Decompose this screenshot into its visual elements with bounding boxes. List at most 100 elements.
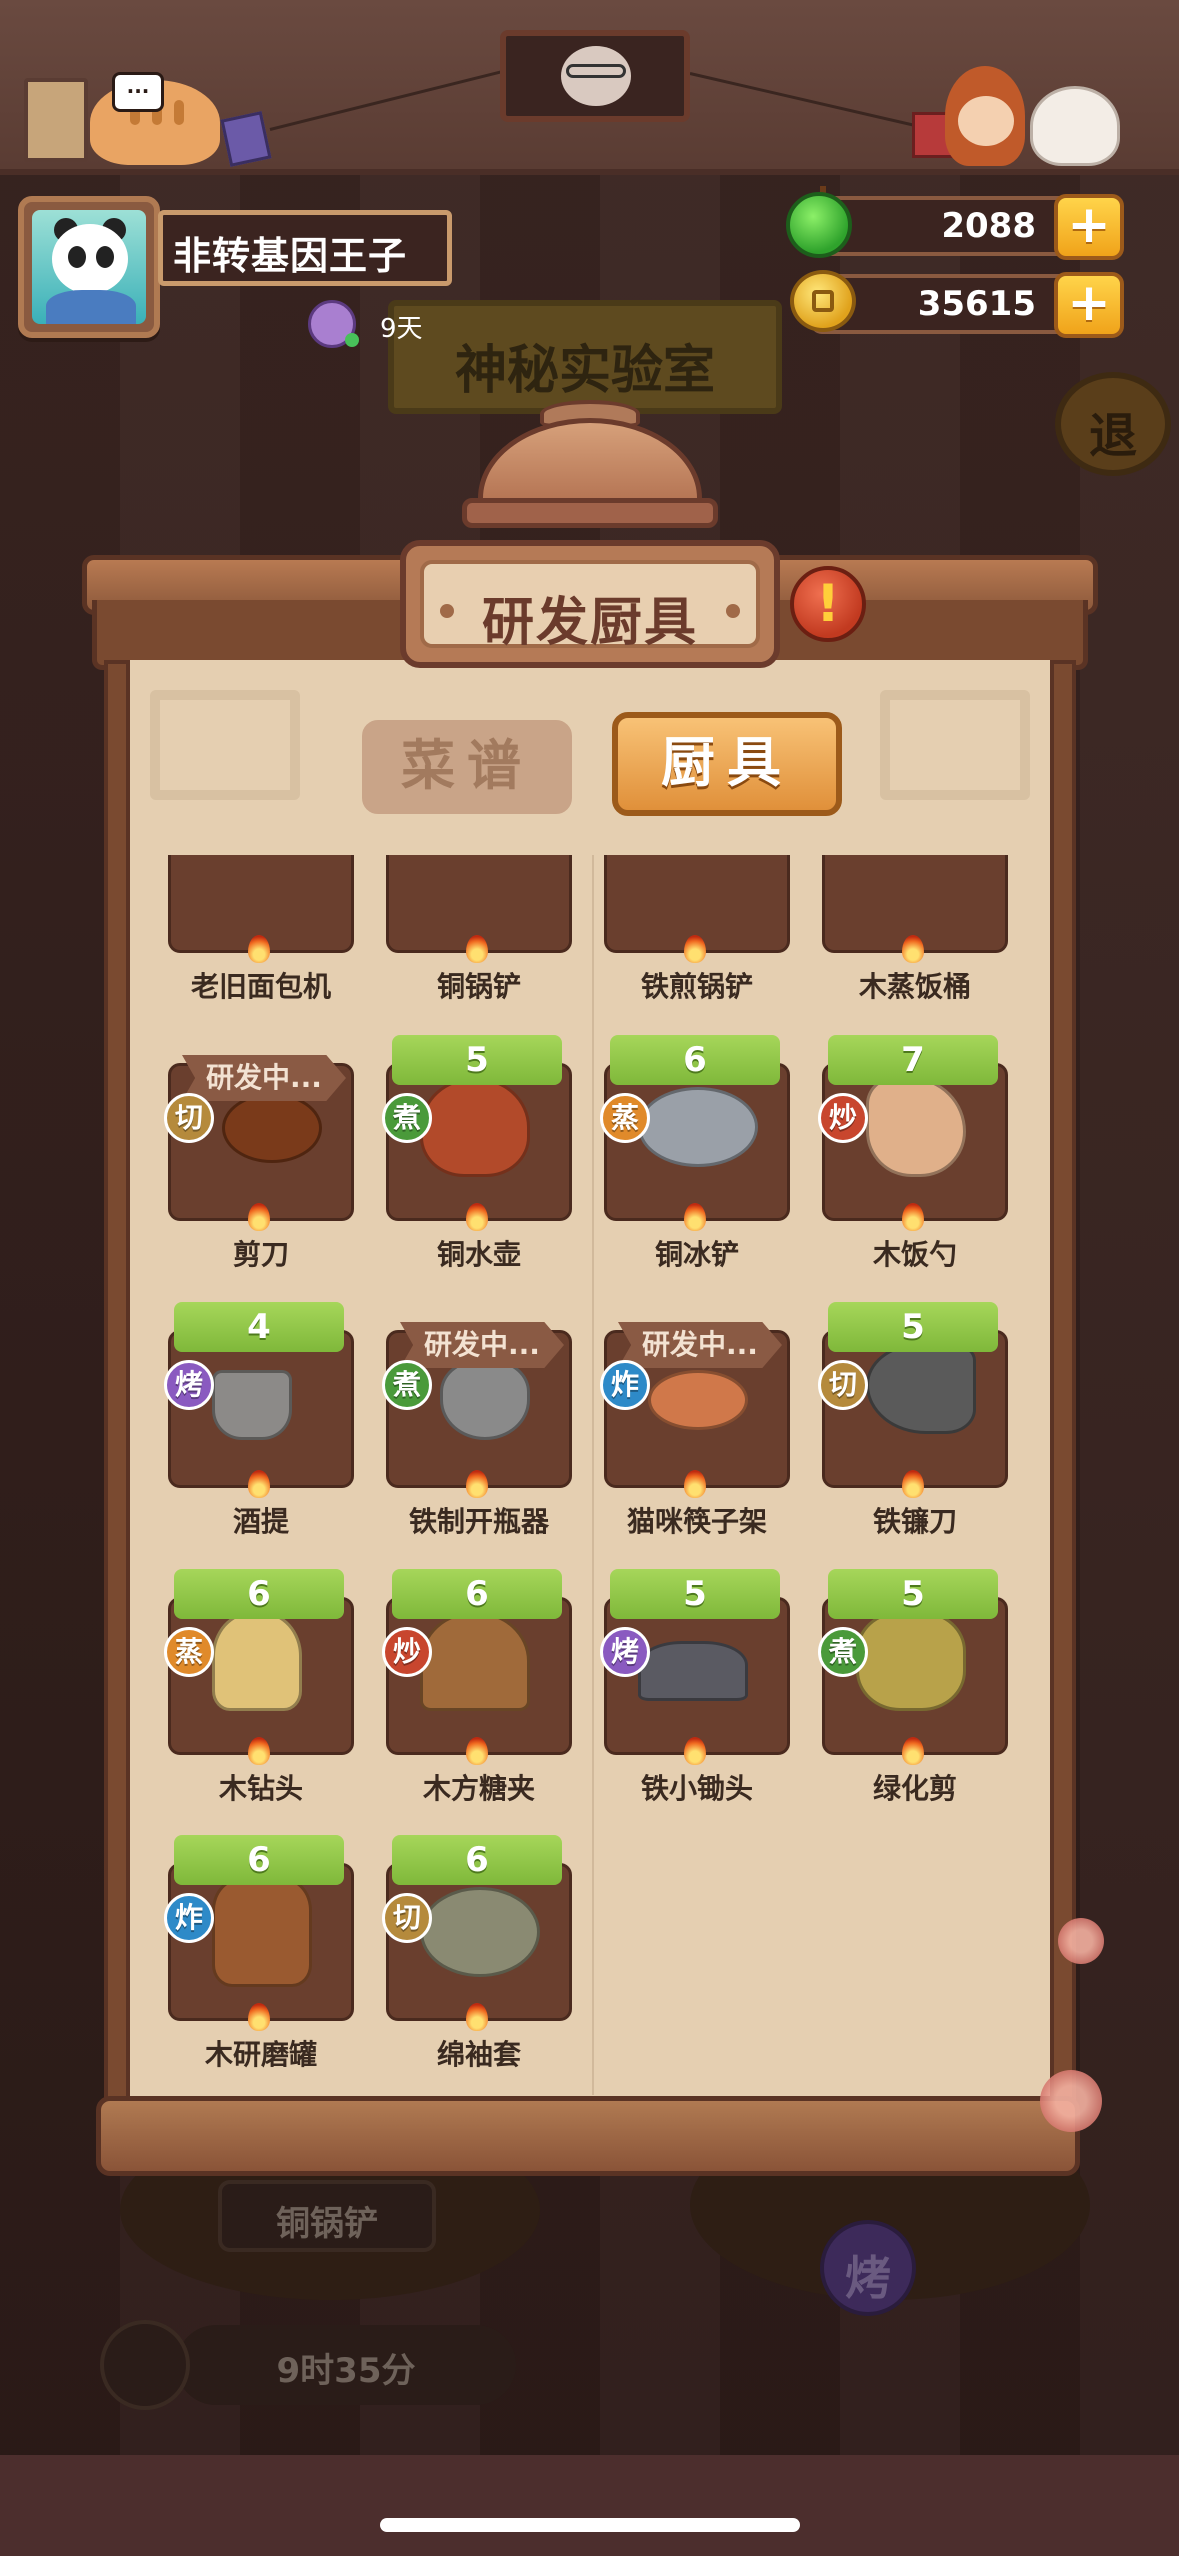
cookware-item[interactable]: 6 炒木方糖夹 xyxy=(380,1567,572,1805)
cookware-name: 老旧面包机 xyxy=(190,970,331,1003)
player-name: 非转基因王子 xyxy=(173,234,408,278)
scissors-icon xyxy=(222,1093,322,1163)
panel-bottom-roll xyxy=(96,2096,1080,2176)
cookware-item[interactable]: 5 切铁镰刀 xyxy=(816,1300,1008,1538)
panda-body xyxy=(46,290,136,324)
cookware-item[interactable]: 5 煮铜水壶 xyxy=(380,1033,572,1271)
paper-ornament xyxy=(880,690,1030,800)
exit-button-label: 退 xyxy=(1088,408,1137,464)
home-indicator[interactable] xyxy=(380,2518,800,2532)
iron-small-hoe-icon xyxy=(638,1641,748,1701)
chef-girl-face xyxy=(958,96,1014,146)
paper-ornament xyxy=(150,690,300,800)
flame-icon xyxy=(248,1203,270,1231)
cooking-method-badge: 烤 xyxy=(164,1360,214,1410)
panda-eye xyxy=(68,246,86,268)
coin-bar: 35615 + xyxy=(810,272,1124,338)
cookware-name: 木方糖夹 xyxy=(422,1772,535,1805)
cookware-name: 绿化剪 xyxy=(872,1772,957,1805)
vip-icon[interactable] xyxy=(308,300,359,348)
cookware-name: 木蒸饭桶 xyxy=(858,970,971,1003)
add-gems-button[interactable]: + xyxy=(1054,194,1124,260)
cookware-name: 铁制开瓶器 xyxy=(408,1505,549,1538)
speech-bubble-icon[interactable]: ··· xyxy=(112,72,164,112)
cookware-name: 酒提 xyxy=(232,1505,289,1538)
cookware-name: 铁小锄头 xyxy=(640,1772,753,1805)
flame-icon xyxy=(466,1203,488,1231)
background-slot-text: 铜锅铲 xyxy=(276,2204,378,2244)
white-cat-icon[interactable] xyxy=(1030,86,1120,166)
cookware-grid[interactable]: 老旧面包机 铜锅铲 铁煎锅铲 木蒸饭桶 研发中... 切剪刀 5 煮铜水壶 6 蒸铜冰铲 7 炒木饭勺… xyxy=(150,855,1030,2095)
cookware-item[interactable]: 6 蒸铜冰铲 xyxy=(598,1033,790,1271)
level-badge: 5 xyxy=(828,1569,998,1619)
cookware-item[interactable]: 5 烤铁小锄头 xyxy=(598,1567,790,1805)
wooden-sugar-tongs-icon xyxy=(420,1611,530,1711)
cookware-name: 铁镰刀 xyxy=(872,1505,957,1538)
pot-lid-band xyxy=(462,498,718,528)
wooden-grinder-icon xyxy=(212,1877,312,1987)
cooking-method-badge: 煮 xyxy=(818,1627,868,1677)
cooking-method-badge: 切 xyxy=(164,1093,214,1143)
cat-stripe xyxy=(174,100,184,125)
info-alert-button[interactable]: ! xyxy=(790,566,866,642)
flame-icon xyxy=(248,1737,270,1765)
cooking-method-badge: 炒 xyxy=(818,1093,868,1143)
level-badge: 5 xyxy=(610,1569,780,1619)
add-coins-button[interactable]: + xyxy=(1054,272,1124,338)
cookware-name: 木饭勺 xyxy=(872,1238,957,1271)
roast-icon-label: 烤 xyxy=(845,2251,891,2305)
cookware-name: 铜锅铲 xyxy=(436,970,521,1003)
iron-bottle-opener-icon xyxy=(440,1360,530,1440)
clock-icon xyxy=(100,2320,190,2410)
cooking-method-badge: 蒸 xyxy=(600,1093,650,1143)
cookware-item[interactable]: 6 炸木研磨罐 xyxy=(162,1833,354,2071)
cookware-item[interactable]: 6 切绵袖套 xyxy=(380,1833,572,2071)
flame-icon xyxy=(684,935,706,963)
cookware-name: 铜水壶 xyxy=(436,1238,521,1271)
avatar[interactable] xyxy=(18,196,160,338)
panel-title-plaque: 研发厨具 xyxy=(400,540,780,668)
player-name-plate: 非转基因王子 xyxy=(158,210,452,286)
cookware-item[interactable]: 老旧面包机 xyxy=(162,855,354,1003)
paw-lantern-icon xyxy=(24,78,88,162)
level-badge: 6 xyxy=(392,1569,562,1619)
cookware-item[interactable]: 木蒸饭桶 xyxy=(816,855,1008,1003)
panel-title-inner: 研发厨具 xyxy=(420,560,760,653)
hanging-portrait-frame xyxy=(500,30,690,122)
flower-icon xyxy=(1058,1918,1104,1964)
cookware-item[interactable]: 研发中... 切剪刀 xyxy=(162,1033,354,1271)
cooking-method-badge: 炸 xyxy=(164,1893,214,1943)
flame-icon xyxy=(248,935,270,963)
flame-icon xyxy=(466,2003,488,2031)
tab-recipes[interactable]: 菜谱 xyxy=(362,720,572,814)
vip-status-dot xyxy=(345,333,359,347)
panel-right-post xyxy=(1050,660,1076,2120)
flame-icon xyxy=(902,1203,924,1231)
gem-bar: 2088 + xyxy=(810,194,1124,260)
flame-icon xyxy=(902,1470,924,1498)
flame-icon xyxy=(466,1737,488,1765)
cookware-item[interactable]: 7 炒木饭勺 xyxy=(816,1033,1008,1271)
cookware-item[interactable]: 铁煎锅铲 xyxy=(598,855,790,1003)
cookware-item[interactable]: 研发中... 煮铁制开瓶器 xyxy=(380,1300,572,1538)
exclamation-icon: ! xyxy=(816,574,840,634)
tab-cookware[interactable]: 厨具 xyxy=(612,712,842,816)
flower-icon xyxy=(1040,2070,1102,2132)
cookware-name: 猫咪筷子架 xyxy=(626,1505,767,1538)
flame-icon xyxy=(902,1737,924,1765)
cookware-item[interactable]: 铜锅铲 xyxy=(380,855,572,1003)
cookware-item[interactable]: 研发中... 炸猫咪筷子架 xyxy=(598,1300,790,1538)
flame-icon xyxy=(684,1203,706,1231)
cookware-item[interactable]: 4 烤酒提 xyxy=(162,1300,354,1538)
cooking-method-badge: 蒸 xyxy=(164,1627,214,1677)
level-badge: 6 xyxy=(610,1035,780,1085)
wooden-drill-bit-icon xyxy=(212,1611,302,1711)
flame-icon xyxy=(248,1470,270,1498)
level-badge: 6 xyxy=(392,1835,562,1885)
flame-icon xyxy=(248,2003,270,2031)
cookware-item[interactable]: 6 蒸木钻头 xyxy=(162,1567,354,1805)
cooking-method-badge: 煮 xyxy=(382,1093,432,1143)
flame-icon xyxy=(466,935,488,963)
cookware-name: 铜冰铲 xyxy=(654,1238,739,1271)
cookware-item[interactable]: 5 煮绿化剪 xyxy=(816,1567,1008,1805)
